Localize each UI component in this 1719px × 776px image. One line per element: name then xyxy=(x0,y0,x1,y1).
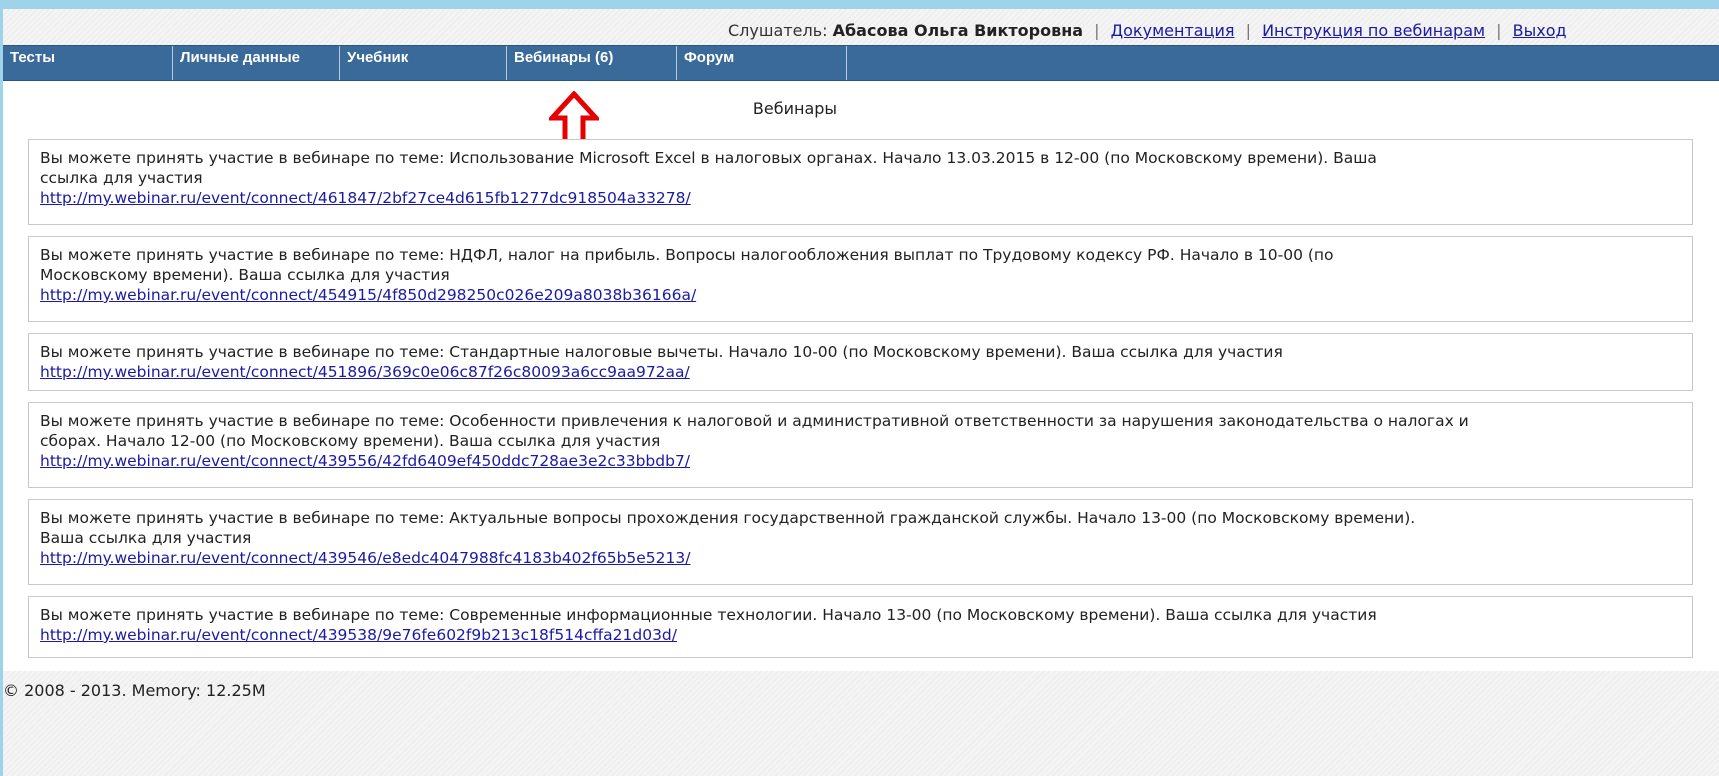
webinar-text: Вы можете принять участие в вебинаре по … xyxy=(40,343,1283,361)
divider: | xyxy=(1245,21,1251,40)
webinar-link[interactable]: http://my.webinar.ru/event/connect/43954… xyxy=(40,548,690,568)
tab-forum[interactable]: Форум xyxy=(677,46,847,80)
webinar-card: Вы можете принять участие в вебинаре по … xyxy=(28,333,1693,391)
divider: | xyxy=(1496,21,1502,40)
main-content: Вебинары Вы можете принять участие в веб… xyxy=(3,81,1719,671)
webinar-card: Вы можете принять участие в вебинаре по … xyxy=(28,596,1693,658)
webinar-card: Вы можете принять участие в вебинаре по … xyxy=(28,236,1693,322)
logout-link[interactable]: Выход xyxy=(1513,21,1567,40)
main-nav: Тесты Личные данные Учебник Вебинары (6)… xyxy=(3,45,1719,81)
webinar-text: Вы можете принять участие в вебинаре по … xyxy=(40,412,1469,430)
webinar-text: Вы можете принять участие в вебинаре по … xyxy=(40,149,1377,167)
page-frame: Слушатель: Абасова Ольга Викторовна | До… xyxy=(3,9,1719,776)
webinar-card: Вы можете принять участие в вебинаре по … xyxy=(28,499,1693,585)
tab-textbook[interactable]: Учебник xyxy=(340,46,507,80)
listener-name: Абасова Ольга Викторовна xyxy=(832,21,1084,40)
page-title: Вебинары xyxy=(752,99,838,118)
tab-webinars[interactable]: Вебинары (6) xyxy=(507,46,677,80)
webinar-card: Вы можете принять участие в вебинаре по … xyxy=(28,139,1693,225)
webinar-text: Ваша ссылка для участия xyxy=(40,529,252,547)
webinar-link[interactable]: http://my.webinar.ru/event/connect/46184… xyxy=(40,188,691,208)
user-bar: Слушатель: Абасова Ольга Викторовна | До… xyxy=(3,9,1719,45)
webinar-text: Московскому времени). Ваша ссылка для уч… xyxy=(40,266,450,284)
webinar-text: Вы можете принять участие в вебинаре по … xyxy=(40,246,1334,264)
webinar-card: Вы можете принять участие в вебинаре по … xyxy=(28,402,1693,488)
webinar-text: ссылка для участия xyxy=(40,169,203,187)
tab-personal-data[interactable]: Личные данные xyxy=(173,46,340,80)
footer-copyright: © 2008 - 2013. Memory: 12.25M xyxy=(3,681,266,700)
documentation-link[interactable]: Документация xyxy=(1111,21,1235,40)
webinar-instructions-link[interactable]: Инструкция по вебинарам xyxy=(1262,21,1485,40)
listener-label: Слушатель: xyxy=(728,21,828,40)
webinar-text: Вы можете принять участие в вебинаре по … xyxy=(40,606,1377,624)
webinar-link[interactable]: http://my.webinar.ru/event/connect/45491… xyxy=(40,285,696,305)
divider: | xyxy=(1094,21,1100,40)
webinar-text: сборах. Начало 12-00 (по Московскому вре… xyxy=(40,432,661,450)
webinar-link[interactable]: http://my.webinar.ru/event/connect/43955… xyxy=(40,451,690,471)
webinar-link[interactable]: http://my.webinar.ru/event/connect/43953… xyxy=(40,625,677,645)
webinar-text: Вы можете принять участие в вебинаре по … xyxy=(40,509,1416,527)
webinar-link[interactable]: http://my.webinar.ru/event/connect/45189… xyxy=(40,362,690,382)
tab-tests[interactable]: Тесты xyxy=(3,46,173,80)
